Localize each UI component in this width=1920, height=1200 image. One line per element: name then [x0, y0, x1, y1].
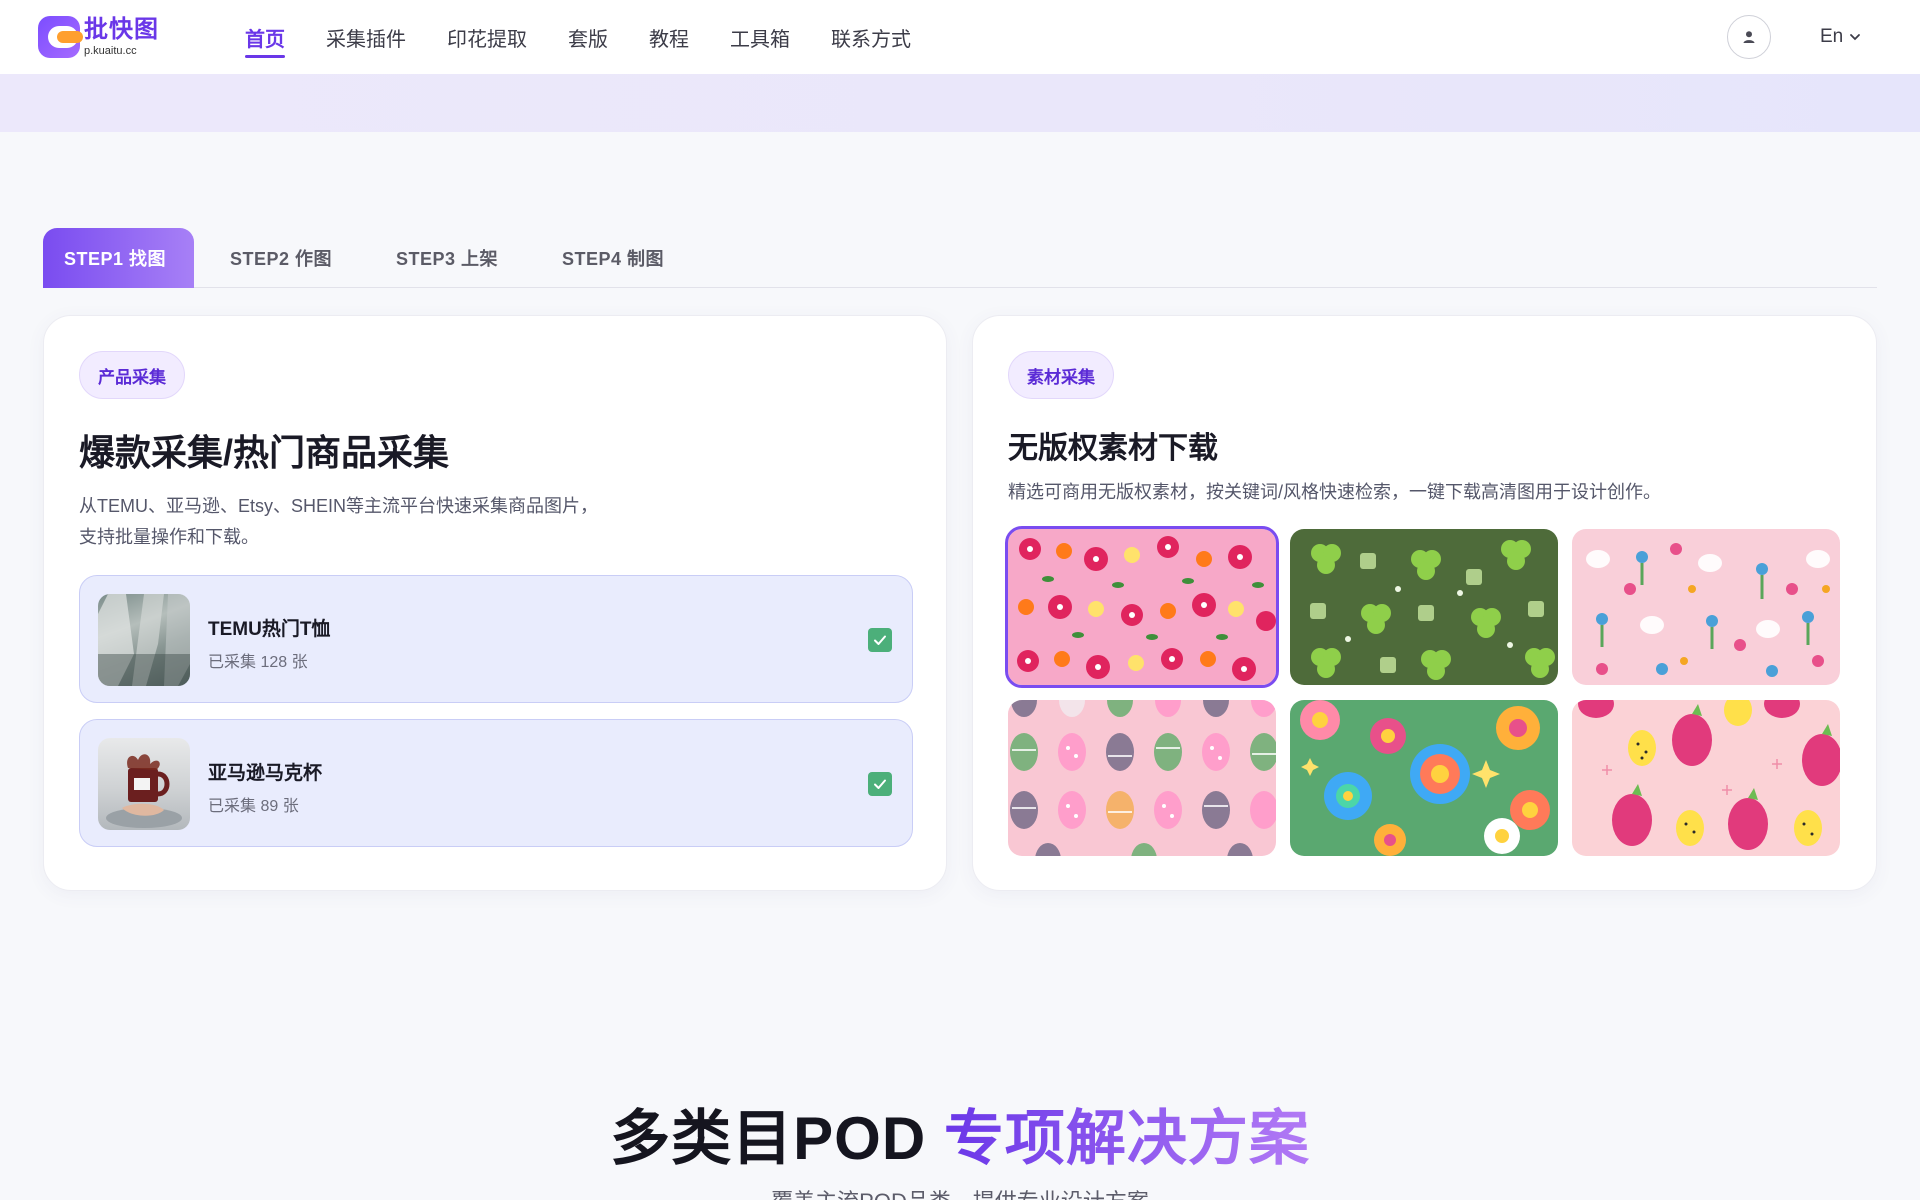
hero-banner-edge	[0, 74, 1920, 132]
user-account-button[interactable]	[1727, 15, 1771, 59]
collection-item-name: TEMU热门T恤	[208, 619, 331, 640]
material-collection-card: 素材采集 无版权素材下载 精选可商用无版权素材，按关键词/风格快速检索，一键下载…	[972, 315, 1877, 891]
pattern-thumb-retro-flowers[interactable]	[1290, 700, 1558, 856]
pattern-thumb-clovers[interactable]	[1290, 529, 1558, 685]
nav-tutorials[interactable]: 教程	[649, 0, 689, 74]
check-icon	[874, 635, 886, 645]
collection-item-amazon-mug[interactable]: 亚马逊马克杯 已采集 89 张	[79, 719, 913, 847]
brand-name: 批快图	[84, 15, 159, 43]
tab-step4[interactable]: STEP4 制图	[562, 228, 664, 288]
brand-domain: p.kuaitu.cc	[84, 44, 137, 57]
pattern-thumb-bunnies-flowers[interactable]	[1572, 529, 1840, 685]
step-tabs: STEP1 找图 STEP2 作图 STEP3 上架 STEP4 制图	[43, 228, 1877, 288]
tab-step2[interactable]: STEP2 作图	[230, 228, 332, 288]
tab-step1[interactable]: STEP1 找图	[43, 228, 194, 288]
nav-contact[interactable]: 联系方式	[831, 0, 911, 74]
language-label: En	[1820, 26, 1844, 47]
product-collection-tag: 产品采集	[79, 351, 185, 399]
solutions-heading-main: 多类目POD	[610, 1105, 927, 1172]
main-nav: 首页 采集插件 印花提取 套版 教程 工具箱 联系方式	[245, 0, 952, 74]
collection-item-temu-tshirt[interactable]: TEMU热门T恤 已采集 128 张	[79, 575, 913, 703]
top-navbar: 批快图 p.kuaitu.cc 首页 采集插件 印花提取 套版 教程 工具箱 联…	[0, 0, 1920, 74]
nav-collector-plugin[interactable]: 采集插件	[326, 0, 406, 74]
solutions-subtitle: 覆盖主流POD品类，提供专业设计方案	[0, 1184, 1920, 1200]
checkbox-checked[interactable]	[868, 772, 892, 796]
collection-item-count: 已采集 89 张	[208, 798, 299, 815]
product-card-description: 从TEMU、亚马逊、Etsy、SHEIN等主流平台快速采集商品图片， 支持批量操…	[79, 491, 679, 553]
language-switcher[interactable]: En	[1820, 22, 1861, 52]
user-icon	[1743, 31, 1755, 43]
product-card-description-line1: 从TEMU、亚马逊、Etsy、SHEIN等主流平台快速采集商品图片，	[79, 496, 599, 516]
tab-step3[interactable]: STEP3 上架	[396, 228, 498, 288]
brand-logo[interactable]: 批快图 p.kuaitu.cc	[38, 14, 159, 60]
nav-mockup[interactable]: 套版	[568, 0, 608, 74]
chevron-down-icon	[1850, 34, 1861, 41]
solutions-heading-accent: 专项解决方案	[943, 1105, 1310, 1172]
solutions-heading: 多类目POD 专项解决方案	[0, 1090, 1920, 1177]
tshirt-thumbnail	[98, 594, 190, 686]
collection-item-name: 亚马逊马克杯	[208, 763, 323, 784]
collection-item-count: 已采集 128 张	[208, 654, 308, 671]
product-card-description-line2: 支持批量操作和下载。	[79, 527, 259, 547]
product-collection-card: 产品采集 爆款采集/热门商品采集 从TEMU、亚马逊、Etsy、SHEIN等主流…	[43, 315, 947, 891]
pattern-thumb-dragon-fruit[interactable]	[1572, 700, 1840, 856]
pattern-thumb-pink-flowers[interactable]	[1005, 526, 1279, 688]
mug-thumbnail	[98, 738, 190, 830]
product-card-title: 爆款采集/热门商品采集	[79, 432, 450, 473]
checkbox-checked[interactable]	[868, 628, 892, 652]
check-icon	[874, 779, 886, 789]
logo-icon	[38, 16, 83, 58]
pattern-thumb-easter-eggs[interactable]	[1008, 700, 1276, 856]
material-card-title: 无版权素材下载	[1008, 432, 1218, 465]
material-card-description: 精选可商用无版权素材，按关键词/风格快速检索，一键下载高清图用于设计创作。	[1008, 482, 1661, 502]
nav-home[interactable]: 首页	[245, 0, 285, 74]
nav-print-extract[interactable]: 印花提取	[447, 0, 527, 74]
material-collection-tag: 素材采集	[1008, 351, 1114, 399]
nav-toolbox[interactable]: 工具箱	[730, 0, 790, 74]
